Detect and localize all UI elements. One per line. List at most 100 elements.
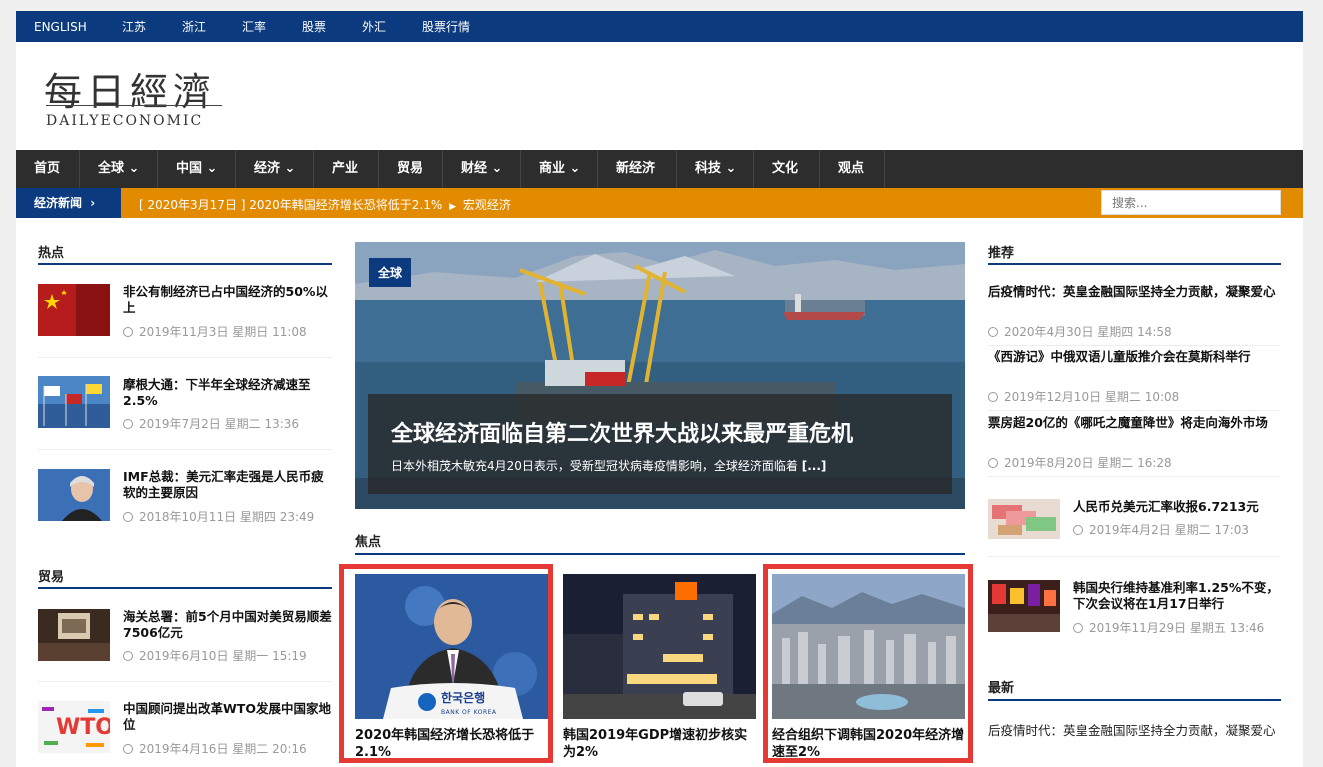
hot-item-meta: 2019年7月2日 星期二 13:36	[123, 415, 299, 432]
hero-description: 日本外相茂木敏充4月20日表示，受新型冠状病毒疫情影响，全球经济面临着 [...…	[391, 459, 827, 473]
recommend-item-title[interactable]: 后疫情时代：英皇金融国际坚持全力贡献，凝聚爱心	[988, 284, 1278, 300]
topbar-link-english[interactable]: ENGLISH	[34, 20, 87, 34]
clock-icon	[123, 512, 133, 522]
hero-title[interactable]: 全球经济面临自第二次世界大战以来最严重危机	[391, 416, 853, 448]
recommend-item-title[interactable]: 票房超20亿的《哪吒之魔童降世》将走向海外市场	[988, 415, 1278, 431]
nav-global-label: 全球	[98, 161, 125, 176]
highlight-frame	[339, 564, 553, 763]
thumb-flags[interactable]	[38, 376, 110, 428]
nav-trade[interactable]: 贸易	[397, 150, 423, 188]
topbar-link-jiangsu[interactable]: 江苏	[122, 20, 146, 34]
section-underline	[988, 699, 1281, 701]
section-heading-trade: 贸易	[38, 570, 65, 585]
nav-china-label: 中国	[176, 161, 203, 176]
focus-item-title[interactable]: 韩国2019年GDP增速初步核实为2%	[563, 727, 756, 763]
thumb-street-signs[interactable]	[988, 580, 1060, 632]
search-input[interactable]	[1101, 190, 1281, 215]
thumb-wto-wordcloud[interactable]: WTO	[38, 701, 110, 753]
trade-item-meta: 2019年6月10日 星期一 15:19	[123, 647, 307, 664]
clock-icon	[1073, 525, 1083, 535]
nav-home[interactable]: 首页	[34, 150, 60, 188]
hero-category-badge[interactable]: 全球	[369, 258, 412, 287]
wto-logo-text: WTO	[56, 715, 110, 740]
section-heading-latest: 最新	[988, 681, 1015, 696]
main-nav: 首页 全球 ⌄ 中国 ⌄ 经济 ⌄ 产业 贸易 财经 ⌄ 商业 ⌄ 新经济 科技…	[16, 150, 1303, 188]
trade-item-meta: 2019年4月16日 星期二 20:16	[123, 740, 307, 757]
hot-item-meta: 2018年10月11日 星期四 23:49	[123, 508, 314, 525]
logo-divider	[46, 105, 222, 106]
hero-caption: 全球经济面临自第二次世界大战以来最严重危机 日本外相茂木敏充4月20日表示，受新…	[368, 394, 952, 494]
topbar-link-exchange-rate[interactable]: 汇率	[242, 20, 266, 34]
thumb-banknotes[interactable]	[988, 499, 1060, 539]
nav-tech[interactable]: 科技 ⌄	[695, 150, 736, 188]
topbar-link-forex[interactable]: 外汇	[362, 20, 386, 34]
logo-english: DAILYECONOMIC	[46, 113, 204, 129]
nav-new-economy[interactable]: 新经济	[616, 150, 655, 188]
page: ENGLISH 江苏 浙江 汇率 股票 外汇 股票行情 每日經濟 DAILYEC…	[16, 11, 1303, 767]
section-underline	[38, 587, 332, 589]
thumb-customs[interactable]	[38, 609, 110, 661]
hot-item-title[interactable]: IMF总裁：美元汇率走强是人民币疲软的主要原因	[123, 469, 335, 501]
hot-item-title[interactable]: 摩根大通：下半年全球经济减速至2.5%	[123, 377, 335, 409]
highlight-frame	[763, 564, 973, 763]
topbar-link-stocks[interactable]: 股票	[302, 20, 326, 34]
section-heading-hot: 热点	[38, 246, 65, 261]
nav-finance[interactable]: 财经 ⌄	[461, 150, 502, 188]
chevron-down-icon: ⌄	[128, 161, 140, 176]
play-icon: ▶	[449, 202, 457, 212]
nav-global[interactable]: 全球 ⌄	[98, 150, 139, 188]
recommend-item-title[interactable]: 韩国央行维持基准利率1.25%不变，下次会议将在1月17日举行	[1073, 580, 1283, 612]
nav-economy-label: 经济	[254, 161, 281, 176]
ticker-date: [ 2020年3月17日 ]	[139, 198, 246, 212]
logo-chinese: 每日經濟	[44, 70, 217, 114]
nav-tech-label: 科技	[695, 161, 722, 176]
chevron-down-icon: ⌄	[725, 161, 737, 176]
latest-item-title[interactable]: 后疫情时代：英皇金融国际坚持全力贡献，凝聚爱心	[988, 721, 1281, 740]
ticker-category: 宏观经济	[462, 198, 511, 212]
clock-icon	[988, 392, 998, 402]
recommend-item-meta: 2019年8月20日 星期二 16:28	[988, 454, 1172, 471]
nav-opinion[interactable]: 观点	[838, 150, 864, 188]
top-bar: ENGLISH 江苏 浙江 汇率 股票 外汇 股票行情	[16, 11, 1303, 42]
ticker-item[interactable]: [ 2020年3月17日 ] 2020年韩国经济增长恐将低于2.1% ▶ 宏观经…	[139, 196, 511, 213]
recommend-item-title[interactable]: 人民币兑美元汇率收报6.7213元	[1073, 499, 1283, 515]
clock-icon	[988, 458, 998, 468]
nav-china[interactable]: 中国 ⌄	[176, 150, 217, 188]
section-underline	[38, 263, 332, 265]
thumb-china-flag[interactable]	[38, 284, 110, 336]
ticker-label: 经济新闻 ›	[16, 188, 121, 218]
chevron-down-icon: ⌄	[206, 161, 218, 176]
hot-item-title[interactable]: 非公有制经济已占中国经济的50%以上	[123, 284, 335, 316]
section-underline	[355, 553, 965, 555]
nav-culture[interactable]: 文化	[772, 150, 798, 188]
focus-thumb-street-night[interactable]	[563, 574, 756, 719]
chevron-right-icon: ›	[90, 196, 96, 210]
clock-icon	[988, 327, 998, 337]
recommend-item-meta: 2020年4月30日 星期四 14:58	[988, 323, 1172, 340]
nav-economy[interactable]: 经济 ⌄	[254, 150, 295, 188]
nav-finance-label: 财经	[461, 161, 488, 176]
recommend-item-title[interactable]: 《西游记》中俄双语儿童版推介会在莫斯科举行	[988, 349, 1278, 365]
hero-feature[interactable]: 全球 全球经济面临自第二次世界大战以来最严重危机 日本外相茂木敏充4月20日表示…	[355, 242, 965, 509]
clock-icon	[1073, 623, 1083, 633]
section-heading-focus: 焦点	[355, 535, 382, 550]
nav-industry[interactable]: 产业	[332, 150, 358, 188]
section-heading-recommend: 推荐	[988, 246, 1015, 261]
recommend-item-meta: 2019年11月29日 星期五 13:46	[1073, 619, 1264, 636]
clock-icon	[123, 419, 133, 429]
nav-business[interactable]: 商业 ⌄	[539, 150, 580, 188]
recommend-item-meta: 2019年12月10日 星期二 10:08	[988, 388, 1179, 405]
nav-business-label: 商业	[539, 161, 566, 176]
chevron-down-icon: ⌄	[491, 161, 503, 176]
trade-item-title[interactable]: 海关总署：前5个月中国对美贸易顺差7506亿元	[123, 609, 335, 641]
site-logo[interactable]: 每日經濟 DAILYECONOMIC	[44, 61, 224, 131]
clock-icon	[123, 327, 133, 337]
recommend-item-meta: 2019年4月2日 星期二 17:03	[1073, 521, 1249, 538]
read-more-link[interactable]: [...]	[802, 459, 827, 473]
trade-item-title[interactable]: 中国顾问提出改革WTO发展中国家地位	[123, 701, 335, 733]
topbar-link-stock-quotes[interactable]: 股票行情	[422, 20, 470, 34]
thumb-imf-portrait[interactable]	[38, 469, 110, 521]
clock-icon	[123, 744, 133, 754]
topbar-link-zhejiang[interactable]: 浙江	[182, 20, 206, 34]
clock-icon	[123, 651, 133, 661]
